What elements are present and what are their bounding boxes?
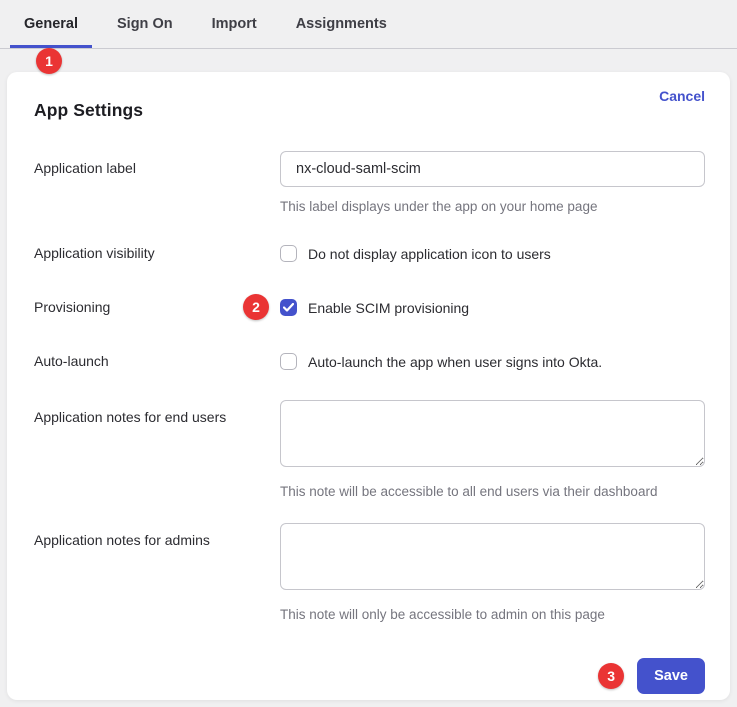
- cancel-link[interactable]: Cancel: [659, 88, 705, 104]
- annotation-badge-1: 1: [36, 48, 62, 74]
- auto-launch-caption: Auto-launch: [34, 353, 280, 370]
- enable-scim-provisioning-checkbox[interactable]: [280, 299, 297, 316]
- auto-launch-checkbox[interactable]: [280, 353, 297, 370]
- tab-sign-on[interactable]: Sign On: [103, 0, 187, 48]
- notes-end-users-help: This note will be accessible to all end …: [280, 484, 705, 499]
- notes-admins-row: Application notes for admins This note w…: [34, 523, 705, 622]
- annotation-badge-3: 3: [598, 663, 624, 689]
- save-button[interactable]: Save: [637, 658, 705, 694]
- notes-end-users-textarea[interactable]: [280, 400, 705, 467]
- application-visibility-row: Application visibility Do not display ap…: [34, 245, 705, 262]
- notes-admins-textarea[interactable]: [280, 523, 705, 590]
- application-visibility-checkbox-label: Do not display application icon to users: [308, 246, 551, 262]
- application-label-input[interactable]: [280, 151, 705, 187]
- page-title: App Settings: [34, 100, 143, 121]
- application-visibility-checkbox[interactable]: [280, 245, 297, 262]
- application-label-help: This label displays under the app on you…: [280, 199, 705, 214]
- card-footer: 3 Save: [34, 658, 705, 694]
- application-visibility-caption: Application visibility: [34, 245, 280, 262]
- annotation-badge-2: 2: [243, 294, 269, 320]
- notes-admins-caption: Application notes for admins: [34, 523, 280, 622]
- notes-admins-help: This note will only be accessible to adm…: [280, 607, 705, 622]
- auto-launch-checkbox-label: Auto-launch the app when user signs into…: [308, 354, 602, 370]
- checkmark-icon: [283, 303, 294, 312]
- app-settings-card: App Settings Cancel Application label Th…: [7, 72, 730, 700]
- provisioning-row: Provisioning 2 Enable SCIM provisioning: [34, 299, 705, 316]
- application-label-caption: Application label: [34, 151, 280, 214]
- application-label-row: Application label This label displays un…: [34, 151, 705, 214]
- app-tab-bar: General Sign On Import Assignments: [0, 0, 737, 49]
- notes-end-users-row: Application notes for end users This not…: [34, 400, 705, 499]
- enable-scim-provisioning-label: Enable SCIM provisioning: [308, 300, 469, 316]
- tab-general[interactable]: General: [10, 0, 92, 48]
- notes-end-users-caption: Application notes for end users: [34, 400, 280, 499]
- tab-assignments[interactable]: Assignments: [282, 0, 401, 48]
- tab-import[interactable]: Import: [198, 0, 271, 48]
- card-header: App Settings Cancel: [34, 88, 705, 121]
- auto-launch-row: Auto-launch Auto-launch the app when use…: [34, 353, 705, 370]
